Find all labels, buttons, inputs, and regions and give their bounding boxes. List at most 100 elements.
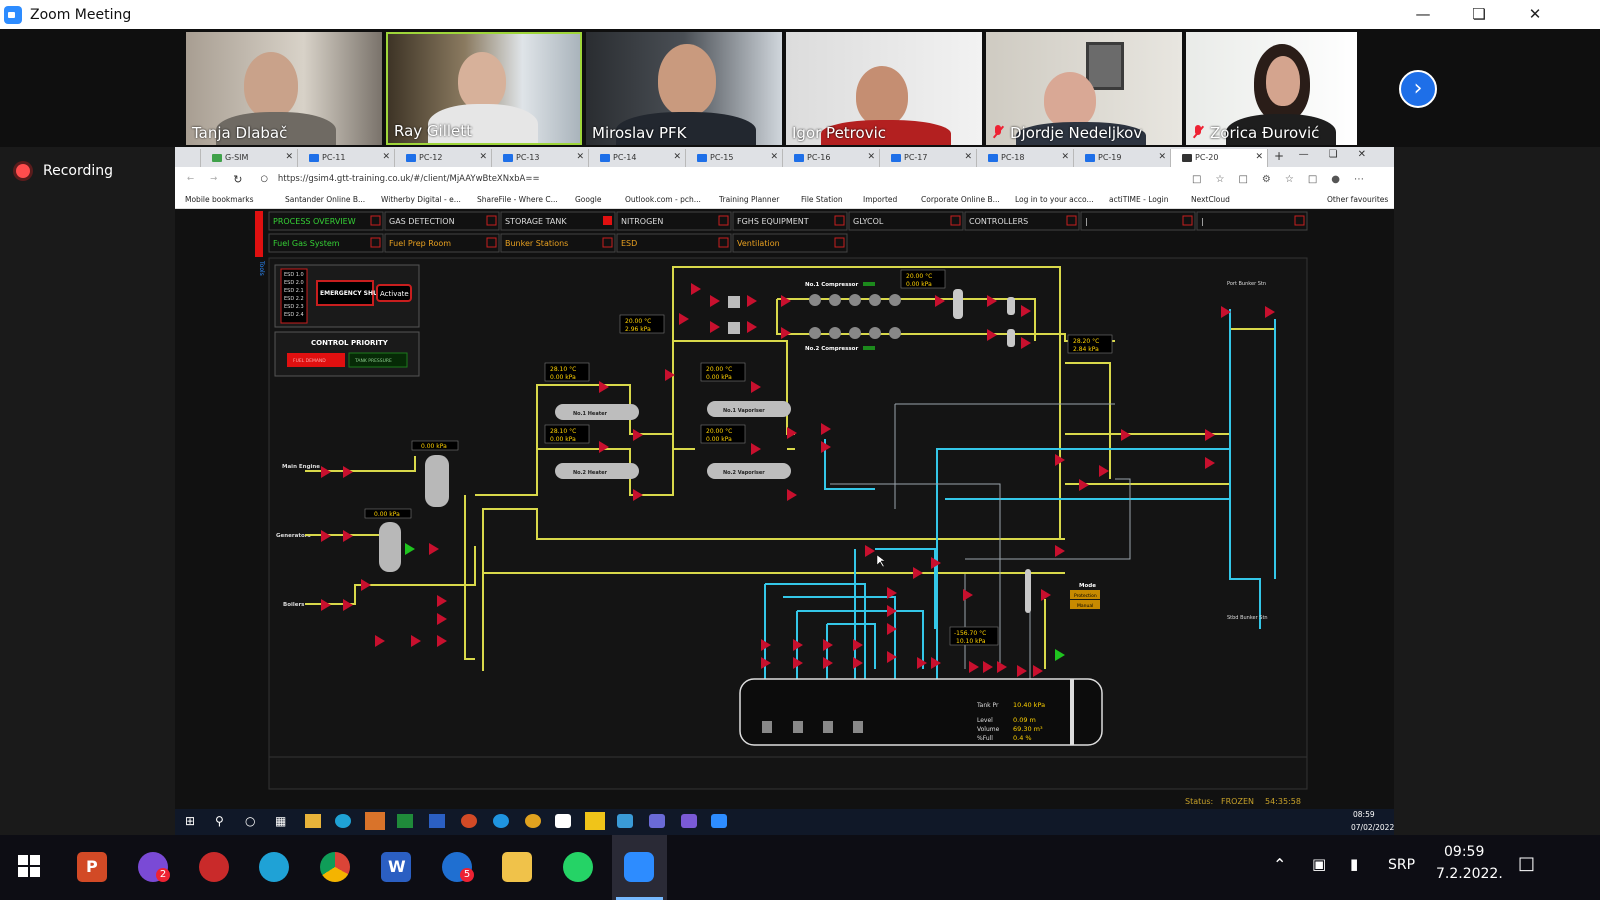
bookmark-item[interactable]: Mobile bookmarks <box>185 195 254 204</box>
nav-button-blank-1[interactable]: | <box>1080 211 1196 231</box>
viber-icon[interactable]: 2 <box>138 852 170 882</box>
bookmark-item[interactable]: Witherby Digital - e... <box>381 195 461 204</box>
thunderbird-icon[interactable]: 5 <box>442 852 474 882</box>
sticky-notes-icon[interactable] <box>585 812 605 830</box>
participant-tile[interactable]: Tanja Dlabač <box>186 32 382 145</box>
nav-button-glycol[interactable]: GLYCOL <box>848 211 964 231</box>
close-tab-icon[interactable]: ✕ <box>770 152 778 162</box>
browser-tab[interactable]: PC-19 ✕ <box>1074 149 1171 167</box>
close-tab-icon[interactable]: ✕ <box>285 152 293 162</box>
whatsapp-icon[interactable] <box>563 852 593 882</box>
powerpoint-icon[interactable]: P <box>77 852 107 882</box>
taskbar-clock-time[interactable]: 09:59 <box>1444 844 1484 860</box>
nav-button-process-overview[interactable]: PROCESS OVERVIEW <box>268 211 384 231</box>
close-tab-icon[interactable]: ✕ <box>867 152 875 162</box>
excel-icon[interactable] <box>397 814 413 828</box>
zoom-icon[interactable] <box>711 814 727 828</box>
close-tab-icon[interactable]: ✕ <box>576 152 584 162</box>
nav-button-fuel-prep-room[interactable]: Fuel Prep Room <box>384 233 500 253</box>
bookmark-item[interactable]: Log in to your acco... <box>1015 195 1094 204</box>
snipping-tool-icon[interactable] <box>199 852 229 882</box>
edge-icon[interactable] <box>259 852 289 882</box>
close-tab-icon[interactable]: ✕ <box>382 152 390 162</box>
browser-tab[interactable]: PC-16 ✕ <box>783 149 880 167</box>
browser-tab-active[interactable]: PC-20 ✕ <box>1171 149 1268 167</box>
buffer-tank[interactable] <box>379 522 401 572</box>
minimize-button[interactable]: — <box>1400 0 1446 29</box>
battery-icon[interactable]: ▮ <box>1350 855 1358 873</box>
bookmark-item[interactable]: Google <box>575 195 601 204</box>
task-view-icon[interactable]: ▦ <box>275 814 286 828</box>
notification-center-icon[interactable]: □ <box>1518 853 1535 874</box>
nav-button-fghs-equipment[interactable]: FGHS EQUIPMENT <box>732 211 848 231</box>
windows-start-icon[interactable]: ⊞ <box>185 814 195 828</box>
word-icon[interactable] <box>429 814 445 828</box>
browser-tab[interactable]: PC-18 ✕ <box>977 149 1074 167</box>
bookmark-item[interactable]: File Station <box>801 195 843 204</box>
chevron-up-icon[interactable]: ⌃ <box>1273 855 1286 874</box>
bookmark-item[interactable]: NextCloud <box>1191 195 1230 204</box>
close-tab-icon[interactable]: ✕ <box>1255 152 1263 162</box>
app-icon[interactable] <box>555 814 571 828</box>
bookmark-item[interactable]: Training Planner <box>719 195 779 204</box>
chrome-icon[interactable] <box>525 814 541 828</box>
tank-pressure-button[interactable]: TANK PRESSURE <box>348 352 408 368</box>
browser-tab[interactable]: PC-14 ✕ <box>589 149 686 167</box>
input-language[interactable]: SRP <box>1388 857 1415 873</box>
search-icon[interactable]: ⚲ <box>215 814 224 828</box>
word-icon[interactable]: W <box>381 852 411 882</box>
browser-tab[interactable]: PC-12 ✕ <box>395 149 492 167</box>
bookmark-item[interactable]: Santander Online B... <box>285 195 365 204</box>
cortana-icon[interactable]: ○ <box>245 814 255 828</box>
new-tab-button[interactable]: + <box>1268 149 1290 167</box>
nav-button-storage-tank[interactable]: STORAGE TANK <box>500 211 616 231</box>
edge-icon[interactable] <box>335 814 351 828</box>
buffer-tank[interactable] <box>425 455 449 507</box>
fuel-demand-button[interactable]: FUEL DEMAND <box>287 353 345 367</box>
meet-now-icon[interactable]: ▣ <box>1312 855 1326 873</box>
nav-button-blank-2[interactable]: | <box>1196 211 1308 231</box>
bookmark-item[interactable]: ShareFile - Where C... <box>477 195 558 204</box>
close-button[interactable]: ✕ <box>1512 0 1558 29</box>
close-tab-icon[interactable]: ✕ <box>1158 152 1166 162</box>
browser-tab[interactable]: PC-15 ✕ <box>686 149 783 167</box>
outlook-icon[interactable] <box>365 812 385 830</box>
file-explorer-icon[interactable] <box>305 814 321 828</box>
participant-tile[interactable]: Djordje Nedeljkov <box>986 32 1182 145</box>
refresh-icon[interactable]: ↻ <box>233 173 242 186</box>
next-participants-button[interactable]: › <box>1399 70 1437 108</box>
bookmark-item[interactable]: Outlook.com - pch... <box>625 195 701 204</box>
chrome-icon[interactable] <box>320 852 350 882</box>
nav-button-ventilation[interactable]: Ventilation <box>732 233 848 253</box>
bookmark-item[interactable]: Corporate Online B... <box>921 195 1000 204</box>
bookmark-item[interactable]: Other favourites <box>1327 195 1388 204</box>
close-tab-icon[interactable]: ✕ <box>964 152 972 162</box>
browser-window-controls[interactable]: —❏✕ <box>1299 149 1386 160</box>
skype-icon[interactable] <box>493 814 509 828</box>
nav-button-gas-detection[interactable]: GAS DETECTION <box>384 211 500 231</box>
restore-button[interactable]: ❏ <box>1456 0 1502 29</box>
browser-tab[interactable]: PC-13 ✕ <box>492 149 589 167</box>
close-tab-icon[interactable]: ✕ <box>673 152 681 162</box>
bookmark-item[interactable]: Imported <box>863 195 897 204</box>
app-icon[interactable] <box>649 814 665 828</box>
forward-icon[interactable]: → <box>210 174 217 184</box>
zoom-taskbar-button[interactable] <box>612 835 667 900</box>
browser-toolbar-icons[interactable]: □☆□⚙☆□●⋯ <box>1192 174 1378 185</box>
teams-icon[interactable] <box>681 814 697 828</box>
back-icon[interactable]: ← <box>187 174 194 184</box>
participant-tile[interactable]: Miroslav PFK <box>586 32 782 145</box>
address-bar[interactable]: https://gsim4.gtt-training.co.uk/#/clien… <box>278 174 540 184</box>
browser-tab[interactable]: PC-11 ✕ <box>298 149 395 167</box>
nav-button-esd[interactable]: ESD <box>616 233 732 253</box>
taskbar-clock-date[interactable]: 7.2.2022. <box>1436 866 1503 882</box>
recording-indicator[interactable]: Recording <box>16 163 113 179</box>
lng-storage-tank[interactable]: Tank Pr 10.40 kPa Level 0.09 m Volume 69.30… <box>739 678 1103 746</box>
browser-tab[interactable]: PC-17 ✕ <box>880 149 977 167</box>
nav-button-fuel-gas-system[interactable]: Fuel Gas System <box>268 233 384 253</box>
participant-tile[interactable]: Igor Petrovic <box>786 32 982 145</box>
bookmark-item[interactable]: actiTIME - Login <box>1109 195 1168 204</box>
participant-tile[interactable]: Zorica Đurović <box>1186 32 1357 145</box>
file-explorer-icon[interactable] <box>502 852 532 882</box>
close-tab-icon[interactable]: ✕ <box>1061 152 1069 162</box>
